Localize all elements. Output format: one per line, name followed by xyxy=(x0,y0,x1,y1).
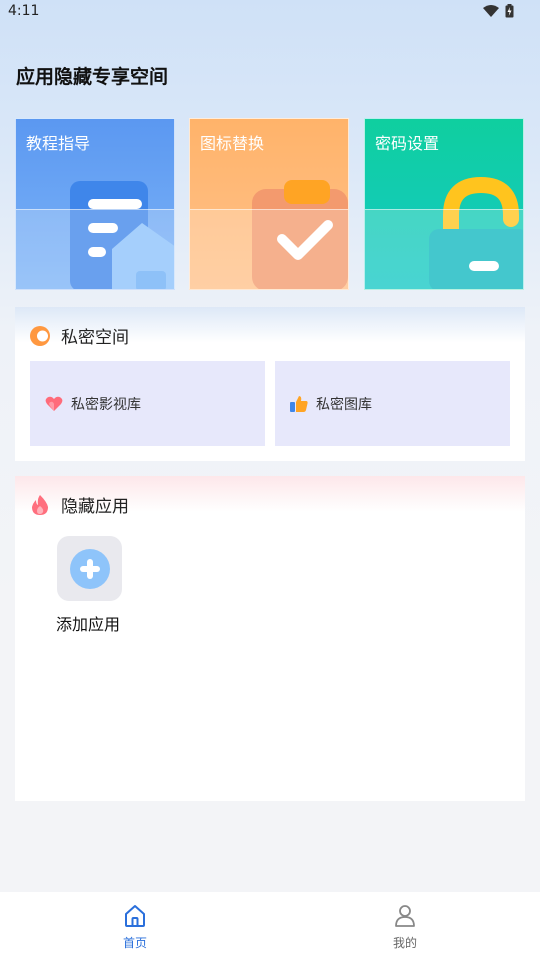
card-label: 教程指导 xyxy=(26,134,91,153)
heart-icon xyxy=(45,396,63,411)
tile-label: 私密影视库 xyxy=(71,396,141,413)
private-video-library[interactable]: 私密影视库 xyxy=(30,361,265,446)
private-photo-library[interactable]: 私密图库 xyxy=(275,361,510,446)
battery-icon xyxy=(505,4,514,18)
add-app-label: 添加应用 xyxy=(55,615,120,634)
status-bar: 4:11 xyxy=(0,0,540,24)
nav-mine-label: 我的 xyxy=(392,936,417,950)
wifi-icon xyxy=(483,5,499,17)
add-app-button[interactable]: 添加应用 xyxy=(56,536,123,635)
icon-replace-card[interactable]: 图标替换 xyxy=(189,118,349,290)
thumbs-up-icon xyxy=(290,395,308,412)
add-app-tile[interactable] xyxy=(57,536,122,601)
status-time: 4:11 xyxy=(8,3,40,19)
nav-home-label: 首页 xyxy=(122,936,147,950)
user-icon xyxy=(395,905,415,927)
card-label: 图标替换 xyxy=(200,134,265,153)
nav-home[interactable]: 首页 xyxy=(105,904,165,951)
private-space-panel: 私密空间 私密影视库 私密图库 xyxy=(15,307,525,461)
flame-icon xyxy=(32,494,48,515)
private-space-title: 私密空间 xyxy=(61,328,129,348)
card-label: 密码设置 xyxy=(375,134,440,153)
private-space-header: 私密空间 xyxy=(29,323,129,348)
tutorial-card[interactable]: 教程指导 xyxy=(15,118,175,290)
card-glass-overlay xyxy=(365,209,523,289)
hidden-apps-title: 隐藏应用 xyxy=(61,497,129,517)
password-settings-card[interactable]: 密码设置 xyxy=(364,118,524,290)
hidden-apps-panel: 隐藏应用 添加应用 xyxy=(15,476,525,801)
card-glass-overlay xyxy=(190,209,348,289)
nav-mine[interactable]: 我的 xyxy=(375,904,435,951)
home-icon xyxy=(125,905,145,927)
moon-icon xyxy=(30,325,50,346)
bottom-nav: 首页 我的 xyxy=(0,892,540,960)
status-icons xyxy=(483,4,514,18)
plus-circle-icon xyxy=(69,548,110,589)
card-glass-overlay xyxy=(16,209,174,289)
page-title: 应用隐藏专享空间 xyxy=(16,66,169,88)
tile-label: 私密图库 xyxy=(316,396,372,413)
hidden-apps-header: 隐藏应用 xyxy=(29,492,129,517)
